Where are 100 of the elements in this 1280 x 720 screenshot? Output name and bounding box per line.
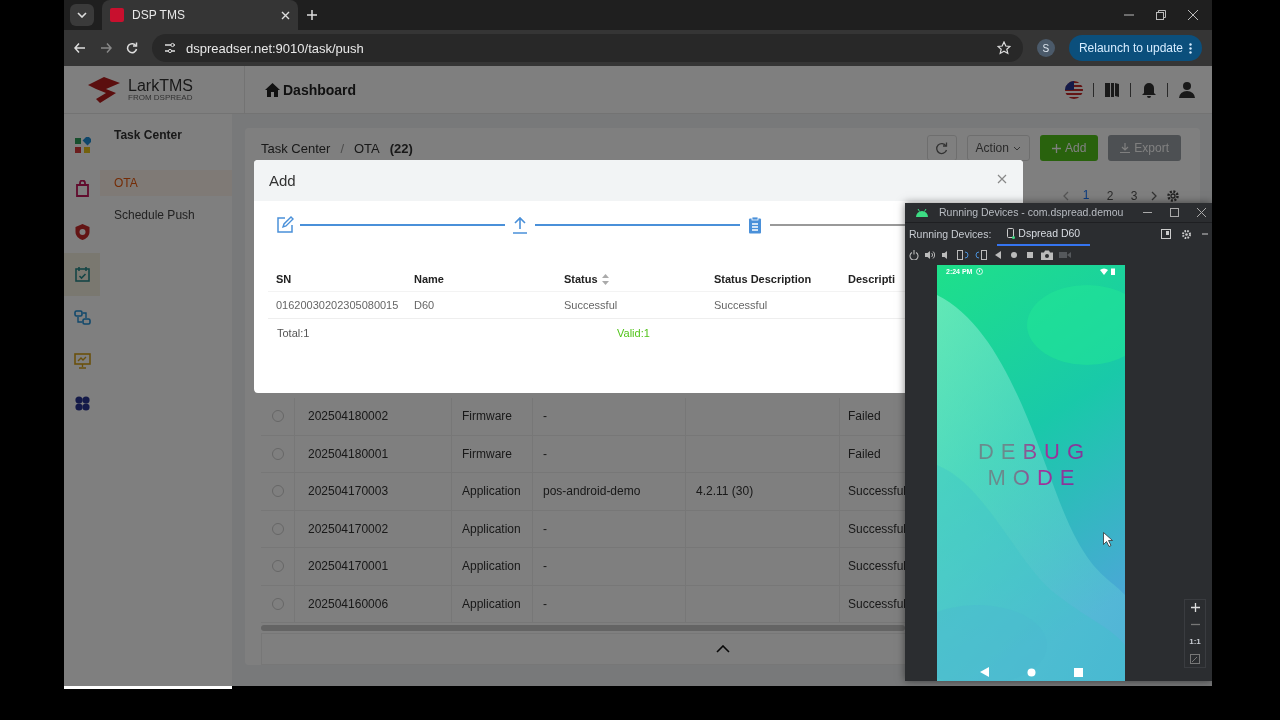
android-icon	[915, 207, 929, 217]
table-cell: Firmware	[462, 446, 512, 461]
table-cell: Successful	[848, 484, 907, 499]
breadcrumb-item[interactable]: Task Center	[261, 140, 331, 156]
phone-icon	[1007, 227, 1016, 239]
refresh-button[interactable]	[926, 135, 957, 161]
table-cell: 202504160006	[308, 596, 389, 611]
flow-icon	[73, 309, 91, 326]
four-dots-icon	[73, 395, 91, 412]
table-cell: 202504180002	[308, 409, 389, 424]
flag-icon[interactable]	[1065, 80, 1083, 99]
page-number[interactable]: 2	[1102, 185, 1118, 207]
column-header: Status Description	[714, 273, 813, 285]
download-icon	[1120, 143, 1131, 153]
actual-size-button[interactable]: 1:1	[1189, 637, 1201, 646]
shield-icon	[73, 223, 91, 240]
sort-icon	[601, 273, 609, 285]
shopping-bag-icon	[73, 180, 91, 197]
user-icon[interactable]	[1178, 80, 1196, 99]
settings-icon[interactable]	[1166, 189, 1180, 203]
close-icon[interactable]	[1197, 207, 1206, 217]
refresh-icon	[935, 141, 949, 155]
wifi-icon	[1100, 268, 1108, 275]
close-icon[interactable]	[1188, 10, 1198, 20]
table-cell: -	[543, 559, 547, 574]
next-page-icon[interactable]	[1150, 191, 1158, 201]
table-cell: 202504170002	[308, 521, 389, 536]
rotate-right-icon[interactable]	[975, 250, 987, 261]
layout-icon[interactable]	[1161, 229, 1171, 239]
bell-icon[interactable]	[1141, 81, 1157, 98]
table-cell: Failed	[848, 409, 881, 424]
new-tab-icon[interactable]	[306, 9, 318, 21]
table-cell: Application	[462, 559, 521, 574]
table-cell: Firmware	[462, 409, 512, 424]
breadcrumb-separator: /	[340, 140, 344, 156]
battery-icon	[1111, 268, 1115, 275]
dashboard-link[interactable]: Dashboard	[265, 81, 357, 98]
column-header[interactable]: Status	[564, 273, 706, 285]
chevron-down-icon	[77, 12, 87, 18]
table-cell: Successful	[848, 596, 907, 611]
table-cell: pos-android-demo	[543, 484, 641, 499]
table-cell: Failed	[848, 446, 881, 461]
browser-tab[interactable]: DSP TMS	[102, 0, 298, 30]
table-cell: -	[543, 596, 547, 611]
volume-up-icon[interactable]	[925, 250, 935, 261]
action-dropdown[interactable]: Action	[966, 135, 1030, 161]
home-icon[interactable]	[1009, 250, 1019, 261]
table-cell: Application	[462, 596, 521, 611]
item-count: (22)	[389, 140, 413, 156]
table-cell: -	[543, 409, 547, 424]
restore-icon[interactable]	[1156, 10, 1166, 20]
table-cell: 202504180001	[308, 446, 389, 461]
menu-item[interactable]: OTA	[100, 170, 232, 196]
camera-icon[interactable]	[1041, 250, 1053, 261]
tab-title: DSP TMS	[132, 8, 186, 22]
table-cell: Application	[462, 521, 521, 536]
scrollbar[interactable]	[261, 625, 905, 631]
table-cell: Successful	[564, 299, 618, 311]
close-icon	[997, 173, 1007, 184]
maximize-icon[interactable]	[1170, 207, 1179, 217]
forward-icon[interactable]	[100, 42, 112, 54]
home-icon	[265, 82, 280, 97]
profile-avatar[interactable]: S	[1036, 39, 1055, 57]
book-icon[interactable]	[1104, 81, 1120, 98]
column-header: Name	[414, 273, 445, 285]
logo-name: LarkTMS	[128, 77, 193, 94]
address-bar[interactable]: dspreadser.net:9010/task/push	[152, 34, 1023, 62]
page-number[interactable]: 3	[1126, 185, 1142, 207]
reload-icon[interactable]	[126, 42, 138, 54]
chevron-down-icon	[1012, 145, 1021, 151]
zoom-in-icon[interactable]	[1190, 603, 1200, 612]
total-count: Total:1	[277, 327, 311, 339]
table-cell: Successful	[848, 521, 907, 536]
relaunch-button[interactable]: Relaunch to update	[1068, 35, 1202, 61]
breadcrumb-item[interactable]: OTA	[354, 140, 380, 156]
power-icon[interactable]	[909, 250, 919, 261]
calendar-check-icon	[73, 266, 91, 283]
table-cell: Successful	[714, 299, 768, 311]
table-cell: 4.2.11 (30)	[696, 484, 754, 499]
more-icon	[1189, 42, 1192, 54]
rotate-left-icon[interactable]	[957, 250, 969, 261]
menu-title: Task Center	[113, 127, 183, 144]
chevron-up-icon[interactable]	[715, 645, 730, 653]
plus-icon	[1051, 143, 1061, 153]
tab-list-button[interactable]	[70, 4, 94, 26]
back-icon[interactable]	[74, 42, 86, 54]
fit-screen-icon[interactable]	[1190, 654, 1200, 664]
star-icon[interactable]	[996, 41, 1011, 55]
overview-icon[interactable]	[1025, 250, 1035, 261]
device-tab[interactable]: Dspread D60	[997, 222, 1091, 246]
menu-item[interactable]: Schedule Push	[100, 202, 232, 228]
video-icon	[1059, 250, 1071, 261]
favicon-icon	[110, 8, 124, 22]
table-cell: -	[543, 521, 547, 536]
table-cell: D60	[414, 299, 435, 311]
panel-label: Running Devices:	[909, 228, 992, 240]
back-icon[interactable]	[993, 250, 1003, 261]
table-cell: 202504170003	[308, 484, 389, 499]
alert-icon	[976, 268, 984, 275]
site-settings-icon	[164, 42, 176, 54]
